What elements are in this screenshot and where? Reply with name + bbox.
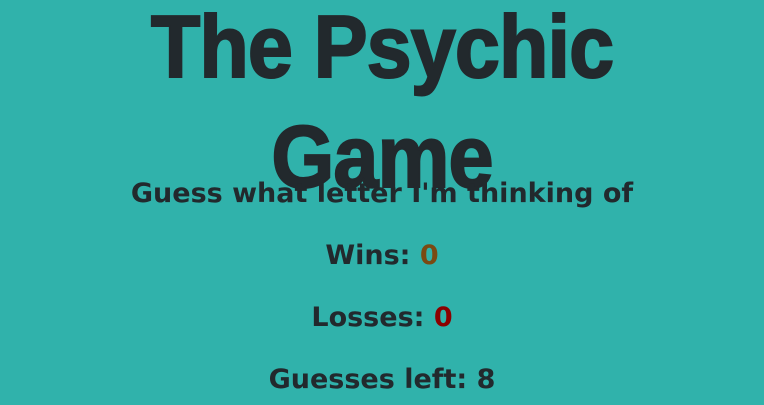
wins-label: Wins: bbox=[325, 240, 411, 271]
losses-row: Losses: 0 bbox=[0, 301, 764, 335]
guesses-left-row: Guesses left: 8 bbox=[0, 363, 764, 397]
guesses-left-label: Guesses left: bbox=[268, 364, 468, 395]
losses-label: Losses: bbox=[311, 302, 425, 333]
losses-count: 0 bbox=[433, 302, 453, 333]
wins-count: 0 bbox=[419, 240, 439, 271]
guesses-left-count: 8 bbox=[476, 364, 496, 395]
instruction-text: Guess what letter I'm thinking of bbox=[130, 178, 634, 209]
wins-row: Wins: 0 bbox=[0, 239, 764, 273]
